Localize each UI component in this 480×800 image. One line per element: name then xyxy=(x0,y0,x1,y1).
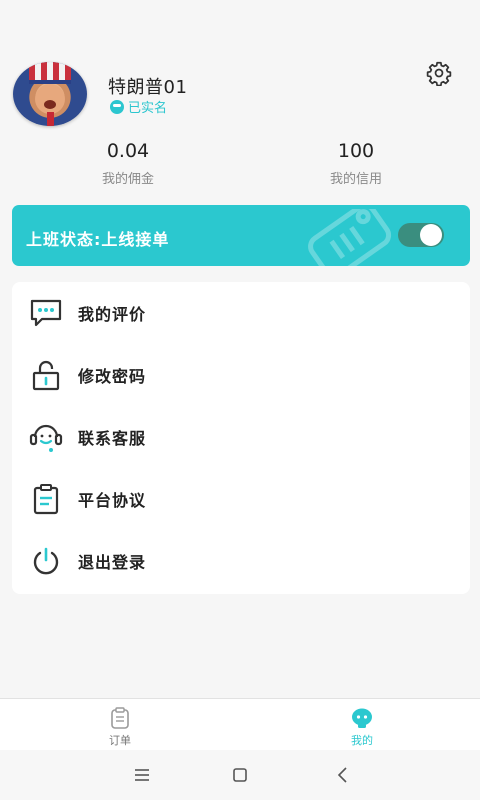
tab-mine-label: 我的 xyxy=(351,734,373,747)
menu-item-reviews[interactable]: 我的评价 xyxy=(12,282,470,344)
menu-item-agreement[interactable]: 平台协议 xyxy=(12,468,470,530)
commission-label: 我的佣金 xyxy=(101,172,154,187)
headset-icon xyxy=(29,424,63,452)
menu-item-label: 我的评价 xyxy=(78,305,147,324)
settings-button[interactable] xyxy=(425,59,453,87)
chat-bubble-icon xyxy=(30,299,62,327)
unlock-icon xyxy=(32,360,60,391)
work-status-toggle[interactable] xyxy=(398,223,444,247)
credit-label: 我的信用 xyxy=(329,172,382,187)
commission-stat[interactable]: 0.04 我的佣金 xyxy=(48,140,208,187)
credit-value: 100 xyxy=(337,140,375,162)
work-status-label: 上班状态:上线接单 xyxy=(26,230,170,249)
menu-item-label: 退出登录 xyxy=(78,553,147,572)
avatar-hat xyxy=(29,62,71,84)
tab-mine[interactable]: 我的 xyxy=(302,699,422,751)
document-icon xyxy=(111,707,129,729)
credit-stat[interactable]: 100 我的信用 xyxy=(276,140,436,187)
menu-icon[interactable] xyxy=(132,765,152,785)
avatar[interactable] xyxy=(13,62,87,126)
robot-face-icon xyxy=(352,708,372,728)
profile-header: 特朗普01 已实名 0.04 我的佣金 100 我的信用 xyxy=(0,0,480,200)
verified-icon xyxy=(110,99,124,114)
menu-item-label: 平台协议 xyxy=(78,491,147,510)
tab-orders-label: 订单 xyxy=(109,734,131,747)
clipboard-icon xyxy=(33,484,59,515)
verified-label: 已实名 xyxy=(128,101,168,116)
commission-value: 0.04 xyxy=(106,140,150,162)
username: 特朗普01 xyxy=(108,77,188,98)
avatar-face xyxy=(35,84,65,114)
menu-list: 我的评价 修改密码 联系客服 平台协议 退出登录 xyxy=(12,282,470,594)
tab-orders[interactable]: 订单 xyxy=(60,699,180,751)
menu-item-change-password[interactable]: 修改密码 xyxy=(12,344,470,406)
gear-icon xyxy=(426,61,452,86)
back-icon[interactable] xyxy=(333,765,353,785)
menu-item-customer-service[interactable]: 联系客服 xyxy=(12,406,470,468)
avatar-tie xyxy=(47,112,54,126)
toggle-knob xyxy=(420,224,442,246)
menu-item-logout[interactable]: 退出登录 xyxy=(12,530,470,592)
menu-item-label: 修改密码 xyxy=(78,367,147,386)
menu-item-label: 联系客服 xyxy=(78,429,147,448)
system-nav-bar xyxy=(0,750,480,800)
verified-badge: 已实名 xyxy=(110,97,167,116)
avatar-mouth xyxy=(44,100,56,109)
home-icon[interactable] xyxy=(230,765,250,785)
bottom-tab-bar: 订单 我的 xyxy=(0,698,480,750)
watermark-icon xyxy=(308,209,392,266)
power-icon xyxy=(33,547,59,575)
